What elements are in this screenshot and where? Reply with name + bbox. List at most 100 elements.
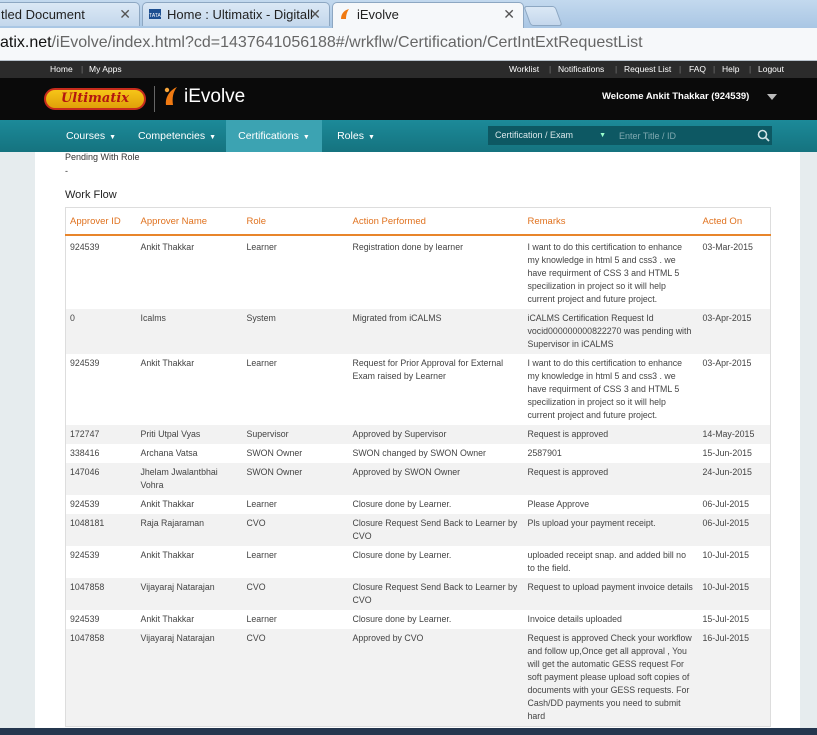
nav-label: Courses (65, 130, 106, 142)
table-row: 924539 Ankit Thakkar Learner Closure done b… (66, 546, 771, 578)
url-text[interactable]: atix.net/iEvolve/index.html?cd=143764105… (0, 34, 643, 52)
table-row: 1047858 Vijayaraj Natarajan CVO Closure Req… (65, 578, 771, 610)
table-cell: 338416 (70, 448, 100, 458)
table-cell: System (242, 309, 349, 354)
table-cell: 15-Jun-2015 (702, 448, 752, 458)
svg-text:TATA: TATA (149, 13, 161, 19)
search-category-select[interactable]: Certification / Exam ▼ (488, 126, 614, 145)
pending-with-role-value: - (65, 166, 68, 176)
app-name[interactable]: iEvolve (184, 86, 245, 108)
browser-tab-document[interactable]: tled Document ✕ (0, 2, 140, 26)
browser-tab-title: tled Document (1, 7, 85, 22)
table-body: 924539 Ankit Thakkar Learner Registration d… (65, 235, 771, 727)
table-cell: Learner (246, 614, 277, 624)
table-row: 924539 Ankit Thakkar Learner Closure done b… (66, 495, 771, 514)
table-cell: 06-Jul-2015 (698, 514, 771, 546)
help-link[interactable]: Help (722, 64, 739, 74)
ultimatix-logo[interactable]: Ultimatix (44, 88, 146, 110)
divider: | (713, 64, 716, 74)
chevron-down-icon: ▼ (109, 134, 117, 141)
table-cell: Jhelam Jwalantbhai Vohra (136, 463, 243, 495)
column-header: Action Performed (348, 207, 524, 236)
table-cell: 14-May-2015 (698, 425, 771, 444)
request-list-link[interactable]: Request List (624, 64, 671, 74)
table-cell: Learner (246, 550, 277, 560)
table-cell: CVO (242, 629, 349, 727)
brand-header: Ultimatix iEvolve Welcome Ankit Thakkar … (0, 78, 817, 120)
faq-link[interactable]: FAQ (689, 64, 706, 74)
table-cell: Ankit Thakkar (140, 614, 195, 624)
table-cell: Closure done by Learner. (352, 499, 452, 509)
column-header: Acted On (698, 207, 771, 236)
table-cell: Ankit Thakkar (140, 499, 195, 509)
divider: | (615, 64, 618, 74)
table-cell: Closure Request Send Back to Learner by … (348, 578, 524, 610)
table-cell: Archana Vatsa (140, 448, 198, 458)
table-cell: Registration done by learner (352, 242, 464, 252)
notifications-link[interactable]: Notifications (558, 64, 604, 74)
nav-label: Competencies (137, 130, 206, 142)
table-row: 0 Icalms System Migrated from iCALMS iCALMS … (65, 309, 771, 354)
table-row: 924539 Ankit Thakkar Learner Registration d… (66, 235, 771, 309)
table-cell: Request for Prior Approval for External … (352, 358, 504, 381)
column-header: Approver Name (136, 207, 243, 236)
table-cell: SWON changed by SWON Owner (352, 448, 486, 458)
close-tab-icon[interactable]: ✕ (503, 3, 515, 25)
table-cell: Priti Utpal Vyas (136, 425, 243, 444)
nav-competencies[interactable]: Competencies ▼ (128, 120, 226, 152)
table-row: 338416 Archana Vatsa SWON Owner SWON change… (66, 444, 771, 463)
table-cell: 15-Jul-2015 (702, 614, 749, 624)
browser-tabstrip: tled Document ✕ TATA Home : Ultimatix - … (0, 0, 817, 28)
nav-courses[interactable]: Courses ▼ (56, 120, 126, 152)
table-cell: Ankit Thakkar (140, 358, 195, 368)
new-tab-button[interactable] (523, 6, 563, 26)
column-header: Remarks (523, 207, 699, 236)
ievolve-logo-icon (164, 87, 177, 105)
column-header: Role (242, 207, 349, 236)
table-cell: Supervisor (242, 425, 349, 444)
close-tab-icon[interactable]: ✕ (119, 3, 131, 25)
url-domain: atix.net (0, 34, 52, 51)
table-cell: Learner (246, 499, 277, 509)
search-input[interactable] (614, 126, 772, 145)
table-cell: Approved by CVO (348, 629, 524, 727)
browser-tab-ievolve[interactable]: iEvolve ✕ (332, 2, 524, 28)
table-cell: Please Approve (527, 499, 590, 509)
table-cell: Vijayaraj Natarajan (136, 578, 243, 610)
user-menu-chevron-down-icon[interactable] (767, 94, 777, 100)
worklist-link[interactable]: Worklist (509, 64, 539, 74)
table-cell: Request is approved Check your workflow … (523, 629, 699, 727)
table-cell: 06-Jul-2015 (702, 499, 749, 509)
table-cell: 16-Jul-2015 (698, 629, 771, 727)
browser-tab-title: iEvolve (357, 7, 399, 22)
close-tab-icon[interactable]: ✕ (309, 3, 321, 25)
browser-tab-title: Home : Ultimatix - Digitall (167, 7, 313, 22)
table-cell: Learner (246, 358, 277, 368)
table-row: 147046 Jhelam Jwalantbhai Vohra SWON Owner… (65, 463, 771, 495)
table-cell: Closure done by Learner. (352, 550, 452, 560)
chevron-down-icon: ▼ (367, 134, 375, 141)
table-cell: SWON Owner (242, 463, 349, 495)
table-cell: SWON Owner (246, 448, 303, 458)
table-cell: 1047858 (65, 629, 137, 727)
search-icon[interactable] (757, 129, 770, 142)
table-cell: Pls upload your payment receipt. (523, 514, 699, 546)
browser-tab-ultimatix[interactable]: TATA Home : Ultimatix - Digitall ✕ (142, 2, 330, 26)
nav-roles[interactable]: Roles ▼ (326, 120, 386, 152)
address-bar[interactable]: atix.net/iEvolve/index.html?cd=143764105… (0, 28, 817, 61)
table-cell: 24-Jun-2015 (698, 463, 771, 495)
home-link[interactable]: Home (50, 64, 73, 74)
table-cell: 03-Mar-2015 (702, 242, 753, 252)
table-cell: Ankit Thakkar (140, 242, 195, 252)
table-cell: 10-Jul-2015 (698, 578, 771, 610)
nav-certifications[interactable]: Certifications ▼ (226, 120, 322, 152)
my-apps-link[interactable]: My Apps (89, 64, 122, 74)
chevron-down-icon: ▼ (599, 132, 606, 139)
logout-link[interactable]: Logout (758, 64, 784, 74)
table-cell: iCALMS Certification Request Id vocid000… (523, 309, 699, 354)
table-cell: Closure done by Learner. (352, 614, 452, 624)
page-background (800, 152, 817, 735)
table-cell: 924539 (70, 242, 100, 252)
table-cell: Vijayaraj Natarajan (136, 629, 243, 727)
table-cell: Migrated from iCALMS (348, 309, 524, 354)
